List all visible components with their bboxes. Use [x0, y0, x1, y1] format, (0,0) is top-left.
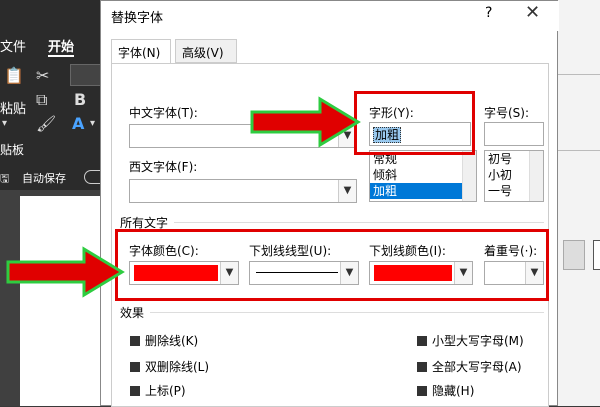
save-icon[interactable]: 🖫: [0, 170, 9, 189]
small-caps-checkbox[interactable]: 小型大写字母(M): [417, 332, 524, 349]
list-item[interactable]: 加粗: [370, 183, 476, 199]
paste-label: 粘贴: [0, 102, 27, 117]
close-button[interactable]: ✕: [525, 2, 540, 23]
scrollbar[interactable]: [529, 151, 543, 201]
paste-icon[interactable]: 📋: [4, 66, 24, 85]
style-highlight-box: [354, 91, 475, 155]
dialog-title-bar: 替换字体 ? ✕: [101, 1, 559, 31]
chinese-font-label: 中文字体(T):: [129, 106, 198, 120]
bold-icon[interactable]: B: [74, 90, 86, 109]
hidden-checkbox[interactable]: 隐藏(H): [417, 382, 474, 399]
file-tab[interactable]: 文件: [0, 36, 26, 55]
size-list[interactable]: 初号 小初 一号: [484, 150, 544, 202]
style-list[interactable]: 常规 倾斜 加粗: [369, 150, 477, 202]
clipboard-group-label: 贴板: [0, 143, 25, 157]
format-painter-icon[interactable]: 🖌: [36, 114, 56, 133]
dialog-title: 替换字体: [111, 11, 164, 26]
scrollbar[interactable]: [462, 151, 476, 201]
arrow-annotation-icon: [250, 96, 361, 148]
list-item[interactable]: 倾斜: [370, 167, 476, 183]
replace-font-dialog: 替换字体 ? ✕ 字体(N) 高级(V) 中文字体(T): ▼ 西文字体(F):…: [100, 0, 559, 407]
size-input[interactable]: [484, 122, 544, 146]
strikethrough-checkbox[interactable]: 删除线(K): [130, 332, 198, 349]
western-font-select[interactable]: ▼: [129, 179, 357, 203]
size-label: 字号(S):: [484, 106, 530, 120]
all-caps-checkbox[interactable]: 全部大写字母(A): [417, 358, 522, 375]
copy-icon[interactable]: ⧉: [36, 90, 47, 110]
chevron-down-icon[interactable]: ▾: [90, 118, 95, 129]
chevron-down-icon[interactable]: ▾: [2, 118, 7, 129]
section-divider: [174, 222, 544, 223]
cut-icon[interactable]: ✂: [36, 66, 49, 85]
section-divider: [150, 312, 544, 313]
background-window-right: [556, 0, 600, 406]
chevron-down-icon[interactable]: ▼: [338, 180, 356, 202]
superscript-checkbox[interactable]: 上标(P): [130, 382, 186, 399]
double-strikethrough-checkbox[interactable]: 双删除线(L): [130, 358, 209, 375]
word-ribbon: 文件 开始 📋 ✂ ⧉ 🖌 粘贴 ▾ B A ▾ 贴板 🖫 自动保存: [0, 0, 110, 190]
autosave-label: 自动保存: [22, 172, 66, 185]
font-color-icon[interactable]: A: [72, 114, 84, 133]
font-color-row-highlight-box: [115, 229, 549, 301]
tab-font[interactable]: 字体(N): [111, 39, 171, 65]
home-tab[interactable]: 开始: [48, 36, 75, 57]
background-control: [593, 240, 600, 270]
document-page[interactable]: [20, 196, 110, 406]
help-button[interactable]: ?: [485, 5, 492, 21]
western-font-label: 西文字体(F):: [129, 160, 198, 174]
effects-section-label: 效果: [120, 306, 145, 320]
arrow-annotation-icon: [6, 246, 125, 298]
tab-advanced[interactable]: 高级(V): [175, 39, 237, 63]
background-control: [563, 240, 585, 270]
